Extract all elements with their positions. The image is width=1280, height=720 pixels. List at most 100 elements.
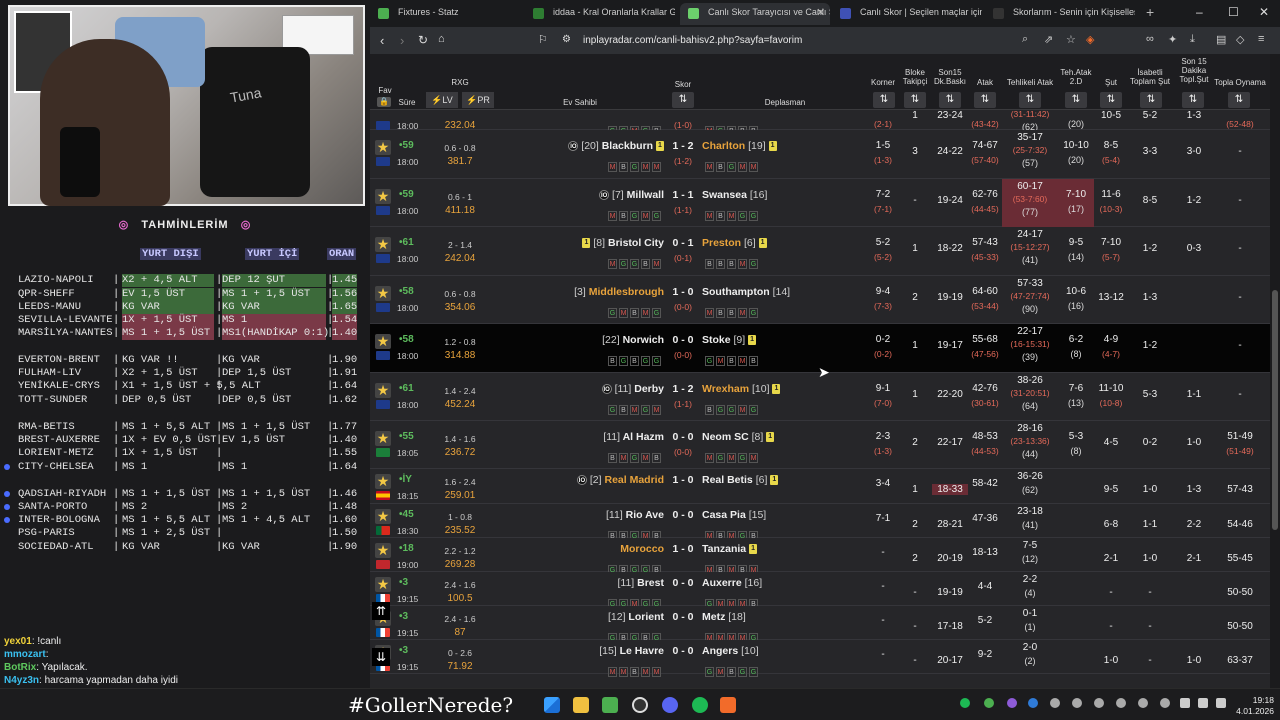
sort-sut-button[interactable]: ⇅ bbox=[1100, 92, 1122, 108]
sort-atak-button[interactable]: ⇅ bbox=[974, 92, 996, 108]
match-row[interactable]: ★ •61 2 - 1.4 18:00 242.04 1 [8] Bristol City… bbox=[370, 227, 1270, 276]
match-row[interactable]: ★ •3 2.4 - 1.6 19:15 100.5 [11] Brest 0 - 0 Aux… bbox=[370, 572, 1270, 609]
home-team[interactable]: 1 [8] Bristol City bbox=[582, 237, 664, 249]
back-icon[interactable]: ‹ bbox=[380, 33, 384, 48]
minimize-icon[interactable]: – bbox=[1196, 5, 1203, 19]
download-icon[interactable]: ⤓ bbox=[1190, 33, 1195, 46]
tray-app-icon[interactable] bbox=[1007, 698, 1017, 708]
volume-icon[interactable] bbox=[1198, 698, 1208, 708]
discord-icon[interactable] bbox=[662, 697, 678, 713]
vpn-icon[interactable]: ∞ bbox=[1146, 33, 1154, 45]
favorite-star-icon[interactable]: ★ bbox=[375, 383, 391, 398]
match-row[interactable]: ★ •İY 1.6 - 2.4 18:15 259.01 IO [2] Real Madr… bbox=[370, 469, 1270, 504]
sort-son15sut-button[interactable]: ⇅ bbox=[1182, 92, 1204, 108]
sort-tehlikeli-button[interactable]: ⇅ bbox=[1019, 92, 1041, 108]
close-tab-icon[interactable]: ✕ bbox=[816, 6, 825, 19]
home-icon[interactable]: ⌂ bbox=[438, 33, 445, 45]
away-team[interactable]: Angers [10] bbox=[702, 645, 759, 657]
away-team[interactable]: Auxerre [16] bbox=[702, 577, 762, 589]
maximize-icon[interactable]: ☐ bbox=[1228, 5, 1239, 19]
spotify-icon[interactable] bbox=[692, 697, 708, 713]
tray-app-icon[interactable] bbox=[1050, 698, 1060, 708]
site-info-icon[interactable]: ⚙ bbox=[562, 34, 571, 45]
home-team[interactable]: [11] Brest bbox=[617, 577, 664, 589]
brave-shield-icon[interactable]: ◈ bbox=[1086, 33, 1094, 46]
bookmark-icon[interactable]: ⚐ bbox=[538, 33, 548, 46]
sidebar-icon[interactable]: ▤ bbox=[1216, 33, 1226, 46]
tray-app-icon[interactable] bbox=[1160, 698, 1170, 708]
sort-bloke-button[interactable]: ⇅ bbox=[904, 92, 926, 108]
match-row[interactable]: ★ •55 1.4 - 1.6 18:05 236.72 [11] Al Hazm 0 - … bbox=[370, 421, 1270, 469]
match-row[interactable]: ★ •59 0.6 - 0.8 18:00 381.7 IO [20] Blackburn… bbox=[370, 130, 1270, 179]
home-team[interactable]: [15] Le Havre bbox=[599, 645, 664, 657]
brave-icon[interactable] bbox=[720, 697, 736, 713]
away-team[interactable]: Casa Pia [15] bbox=[702, 509, 766, 521]
browser-tab[interactable]: Skorlarım - Senin için Kişiselleştiri bbox=[985, 3, 1135, 25]
home-team[interactable]: Morocco bbox=[620, 543, 664, 555]
spotify-tray-icon[interactable] bbox=[960, 698, 970, 708]
away-team[interactable]: Tanzania 1 bbox=[702, 543, 758, 555]
wifi-icon[interactable] bbox=[1180, 698, 1190, 708]
favorite-star-icon[interactable]: ★ bbox=[375, 189, 391, 204]
match-row[interactable]: 18:00232.04(1-0)GGMGBMGBBB123-2410-55-21… bbox=[370, 109, 1270, 136]
favorite-star-icon[interactable]: ★ bbox=[375, 334, 391, 349]
new-tab-icon[interactable]: + bbox=[1146, 4, 1154, 20]
match-row[interactable]: ★•32.4 - 1.619:1587[12] Lorient0 - 0Metz… bbox=[370, 606, 1270, 643]
sort-tehatak-button[interactable]: ⇅ bbox=[1065, 92, 1087, 108]
app-icon[interactable] bbox=[602, 697, 618, 713]
home-team[interactable]: IO [11] Derby bbox=[601, 383, 664, 395]
zoom-icon[interactable]: ⌕ bbox=[1022, 33, 1028, 46]
favorite-star-icon[interactable]: ★ bbox=[375, 431, 391, 446]
browser-tab[interactable]: iddaa - Kral Oranlarla Krallar Gibi bbox=[525, 3, 675, 25]
system-clock[interactable]: 19:18 4.01.2026 bbox=[1232, 695, 1274, 717]
lock-icon[interactable]: 🔒 bbox=[377, 97, 391, 107]
reload-icon[interactable]: ↻ bbox=[418, 33, 428, 47]
lv-button[interactable]: ⚡LV bbox=[426, 92, 458, 108]
scrollbar-thumb[interactable] bbox=[1272, 290, 1278, 530]
away-team[interactable]: Metz [18] bbox=[702, 611, 746, 623]
match-row[interactable]: ★ •58 0.6 - 0.8 18:00 354.06 [3] Middlesbroug… bbox=[370, 276, 1270, 324]
sort-isabetli-button[interactable]: ⇅ bbox=[1140, 92, 1162, 108]
windows-start-icon[interactable] bbox=[544, 697, 560, 713]
url-field[interactable]: inplayradar.com/canli-bahisv2.php?sayfa=… bbox=[583, 35, 802, 46]
pr-button[interactable]: ⚡PR bbox=[462, 92, 494, 108]
file-explorer-icon[interactable] bbox=[573, 697, 589, 713]
sort-skor-button[interactable]: ⇅ bbox=[672, 92, 694, 108]
scroll-top-button[interactable]: ⇈ bbox=[372, 602, 390, 620]
browser-tab[interactable]: Canlı Skor Tarayıcısı ve Canlı S bbox=[680, 3, 830, 25]
star-icon[interactable]: ☆ bbox=[1066, 33, 1076, 46]
favorite-star-icon[interactable]: ★ bbox=[375, 140, 391, 155]
extensions-icon[interactable]: ✦ bbox=[1168, 33, 1177, 46]
away-team[interactable]: Neom SC [8] 1 bbox=[702, 431, 775, 443]
home-team[interactable]: IO [2] Real Madrid bbox=[576, 474, 664, 486]
menu-icon[interactable]: ≡ bbox=[1258, 33, 1264, 45]
home-team[interactable]: [11] Al Hazm bbox=[603, 431, 664, 443]
away-team[interactable]: Southampton [14] bbox=[702, 286, 790, 298]
sort-son15-button[interactable]: ⇅ bbox=[939, 92, 961, 108]
away-team[interactable]: Preston [6] 1 bbox=[702, 237, 767, 249]
away-team[interactable]: Wrexham [10] 1 bbox=[702, 383, 781, 395]
match-row[interactable]: ★•30 - 2.619:1571.92[15] Le Havre0 - 0An… bbox=[370, 640, 1270, 677]
tray-app-icon[interactable] bbox=[1072, 698, 1082, 708]
share-icon[interactable]: ⇗ bbox=[1044, 33, 1053, 46]
favorite-star-icon[interactable]: ★ bbox=[375, 237, 391, 252]
obs-icon[interactable] bbox=[632, 697, 648, 713]
tray-app-icon[interactable] bbox=[1138, 698, 1148, 708]
tray-app-icon[interactable] bbox=[1094, 698, 1104, 708]
away-team[interactable]: Charlton [19] 1 bbox=[702, 140, 777, 152]
away-team[interactable]: Stoke [9] 1 bbox=[702, 334, 757, 346]
home-team[interactable]: [22] Norwich bbox=[602, 334, 664, 346]
favorite-star-icon[interactable]: ★ bbox=[375, 509, 391, 524]
favorite-star-icon[interactable]: ★ bbox=[375, 474, 391, 489]
bluetooth-icon[interactable] bbox=[1028, 698, 1038, 708]
home-team[interactable]: IO [7] Millwall bbox=[599, 189, 664, 201]
sort-korner-button[interactable]: ⇅ bbox=[873, 92, 895, 108]
browser-tab[interactable]: Fixtures - Statz bbox=[370, 3, 520, 25]
away-team[interactable]: Real Betis [6] 1 bbox=[702, 474, 779, 486]
favorite-star-icon[interactable]: ★ bbox=[375, 577, 391, 592]
favorite-star-icon[interactable]: ★ bbox=[375, 543, 391, 558]
match-row[interactable]: ★ •59 0.6 - 1 18:00 411.18 IO [7] Millwall 1 -… bbox=[370, 179, 1270, 227]
sort-topla-button[interactable]: ⇅ bbox=[1228, 92, 1250, 108]
home-team[interactable]: [11] Rio Ave bbox=[606, 509, 664, 521]
home-team[interactable]: [12] Lorient bbox=[608, 611, 664, 623]
